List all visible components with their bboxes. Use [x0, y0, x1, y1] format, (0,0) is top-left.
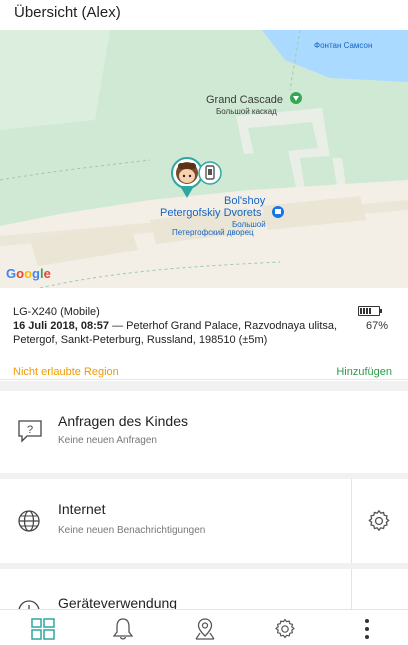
device-info-panel: LG-X240 (Mobile) 16 Juli 2018, 08:57 — P…	[0, 288, 408, 380]
map-label-grand-cascade: Grand Cascade	[206, 94, 284, 106]
svg-text:?: ?	[27, 424, 33, 436]
battery-icon	[358, 304, 386, 318]
clock-icon	[17, 599, 41, 609]
nav-notifications-bell-icon[interactable]	[110, 616, 136, 642]
card-divider	[351, 479, 352, 563]
card-divider	[351, 569, 352, 609]
card-internet-subtitle: Keine neuen Benachrichtigungen	[58, 525, 206, 536]
location-timestamp: 16 Juli 2018, 08:57	[13, 320, 110, 332]
card-internet-title: Internet	[58, 501, 106, 517]
card-child-requests[interactable]: ? Anfragen des Kindes Keine neuen Anfrag…	[0, 391, 408, 473]
map-label-fontan: Фонтан Самсон	[314, 41, 373, 50]
card-requests-title: Anfragen des Kindes	[58, 413, 188, 429]
card-device-usage-title: Geräteverwendung	[58, 595, 178, 609]
map-label-palace-line1: Bol'shoy	[224, 195, 266, 207]
nav-settings-gear-icon[interactable]	[272, 616, 298, 642]
device-location-text: 16 Juli 2018, 08:57 — Peterhof Grand Pal…	[13, 319, 338, 347]
card-requests-subtitle: Keine neuen Anfragen	[58, 435, 157, 446]
map-graphic	[0, 30, 408, 288]
section-gap	[0, 381, 408, 391]
card-device-usage[interactable]: Geräteverwendung	[0, 569, 408, 609]
device-name: LG-X240 (Mobile)	[13, 306, 100, 318]
forbidden-region-link[interactable]: Nicht erlaubte Region	[13, 366, 119, 378]
map-label-palace-ru2: Петергофский дворец	[172, 228, 254, 237]
battery-percent: 67%	[365, 320, 388, 332]
question-bubble-icon: ?	[17, 419, 43, 448]
location-map[interactable]: Фонтан Самсон Grand Cascade Большой каск…	[0, 30, 408, 288]
bottom-navigation	[0, 609, 408, 645]
page-title: Übersicht (Alex)	[14, 4, 121, 21]
add-region-link[interactable]: Hinzufügen	[336, 366, 392, 378]
nav-more-vertical-icon[interactable]	[354, 616, 380, 642]
google-logo: Google	[6, 266, 51, 281]
map-label-palace-line2: Petergofskiy Dvorets	[160, 207, 262, 219]
app-header: Übersicht (Alex)	[0, 0, 408, 30]
battery-fill	[360, 308, 372, 314]
map-label-grand-cascade-ru: Большой каскад	[216, 107, 277, 116]
internet-settings-gear-icon[interactable]	[366, 508, 392, 539]
globe-icon	[17, 509, 41, 538]
nav-location-map-pin-icon[interactable]	[192, 616, 218, 642]
nav-dashboard-grid-icon[interactable]	[30, 616, 56, 642]
card-internet[interactable]: Internet Keine neuen Benachrichtigungen	[0, 479, 408, 563]
